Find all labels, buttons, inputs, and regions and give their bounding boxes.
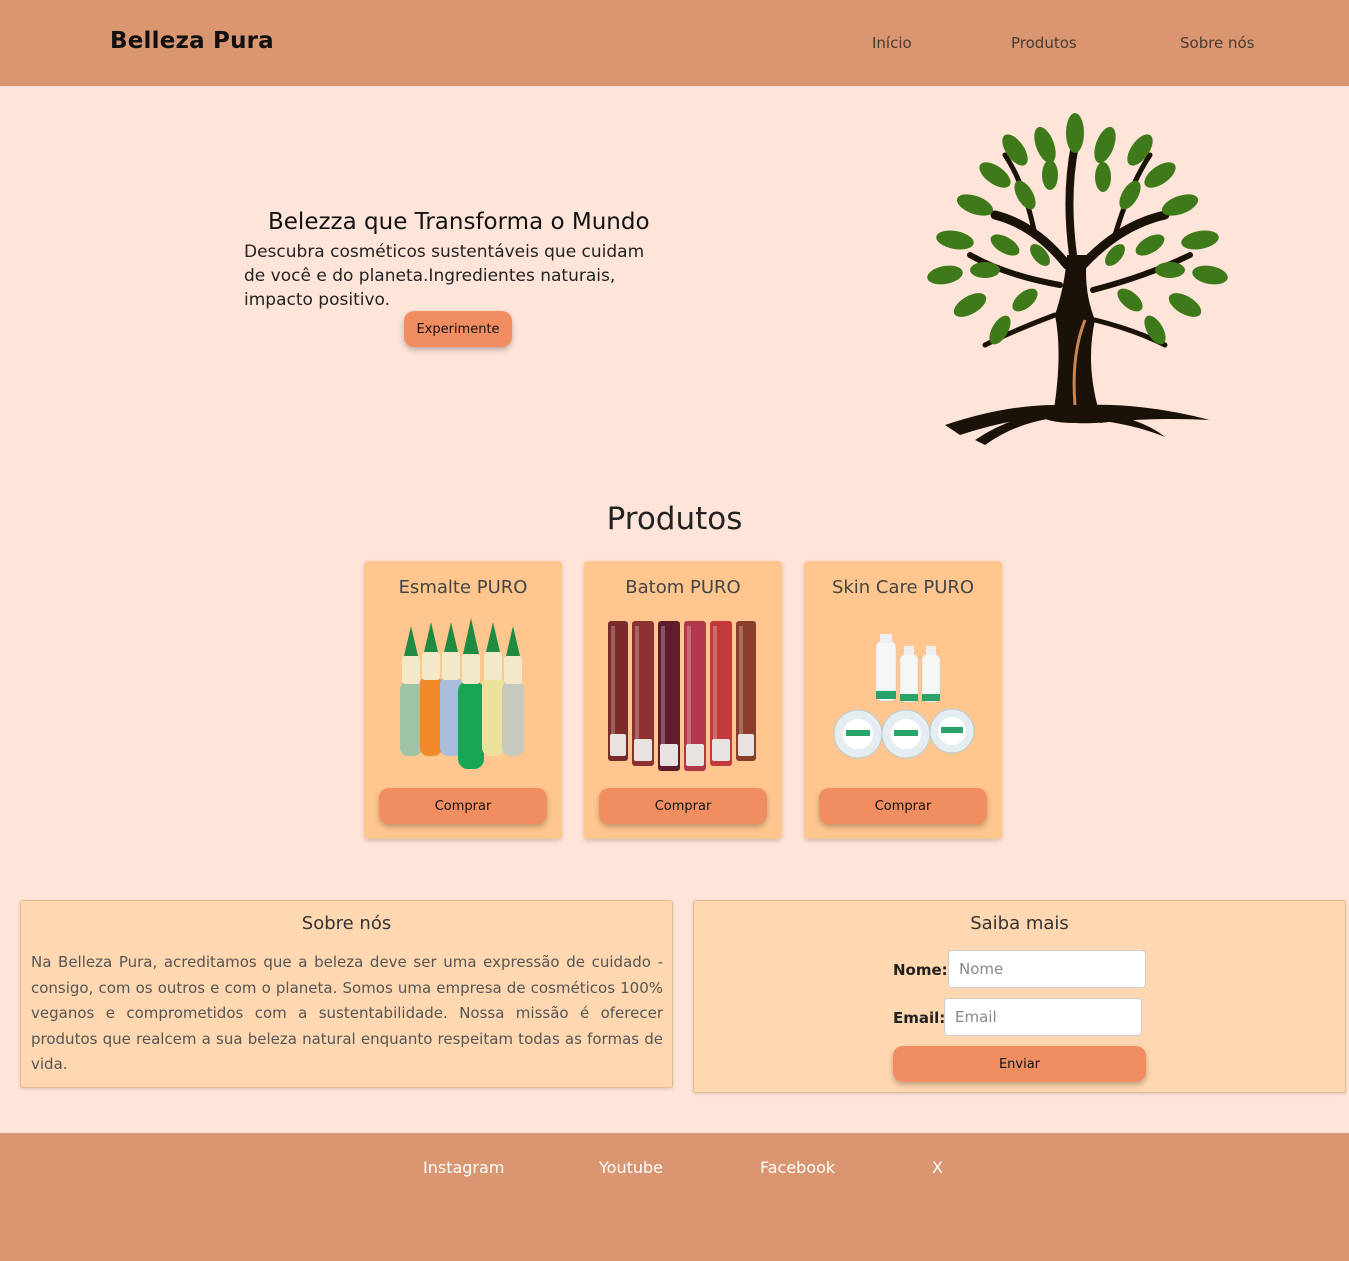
hero-title: Belezza que Transforma o Mundo (268, 209, 650, 235)
contact-form: Saiba mais Nome: Email: Enviar (693, 900, 1346, 1093)
footer-link-instagram[interactable]: Instagram (423, 1158, 504, 1177)
contact-title: Saiba mais (970, 913, 1069, 934)
comprar-button[interactable]: Comprar (819, 788, 987, 824)
tree-illustration (927, 113, 1228, 445)
about-text: Na Belleza Pura, acreditamos que a belez… (31, 953, 663, 1073)
footer-link-facebook[interactable]: Facebook (760, 1158, 835, 1177)
footer: Instagram Youtube Facebook X (0, 1133, 1349, 1261)
top-navbar: Belleza Pura Início Produtos Sobre nós (0, 0, 1349, 86)
experimente-button[interactable]: Experimente (404, 311, 512, 347)
nav-link-inicio[interactable]: Início (872, 34, 912, 52)
brand-logo-text[interactable]: Belleza Pura (110, 28, 274, 54)
product-name: Batom PURO (625, 577, 741, 598)
product-card-skincare: Skin Care PURO Comprar (804, 561, 1002, 839)
skincare-image (833, 634, 975, 759)
name-input[interactable] (948, 950, 1146, 988)
nail-polish-image (400, 618, 524, 769)
footer-link-x[interactable]: X (932, 1158, 943, 1177)
enviar-button[interactable]: Enviar (893, 1046, 1146, 1082)
comprar-button[interactable]: Comprar (599, 788, 767, 824)
name-label: Nome: (893, 961, 948, 979)
about-title: Sobre nós (301, 913, 392, 934)
product-card-batom: Batom PURO Comprar (584, 561, 782, 839)
product-name: Esmalte PURO (398, 577, 528, 598)
comprar-button[interactable]: Comprar (379, 788, 547, 824)
email-label: Email: (893, 1009, 946, 1027)
products-section-title: Produtos (606, 501, 743, 537)
product-card-esmalte: Esmalte PURO Comprar (364, 561, 562, 839)
footer-link-youtube[interactable]: Youtube (599, 1158, 663, 1177)
email-input[interactable] (944, 998, 1142, 1036)
product-name: Skin Care PURO (831, 577, 975, 598)
hero-description: Descubra cosméticos sustentáveis que cui… (244, 242, 645, 310)
nav-link-produtos[interactable]: Produtos (1011, 34, 1077, 52)
lipstick-image (608, 621, 756, 771)
about-section: Sobre nós Na Belleza Pura, acreditamos q… (20, 900, 673, 1088)
nav-link-sobre-nos[interactable]: Sobre nós (1180, 34, 1255, 52)
